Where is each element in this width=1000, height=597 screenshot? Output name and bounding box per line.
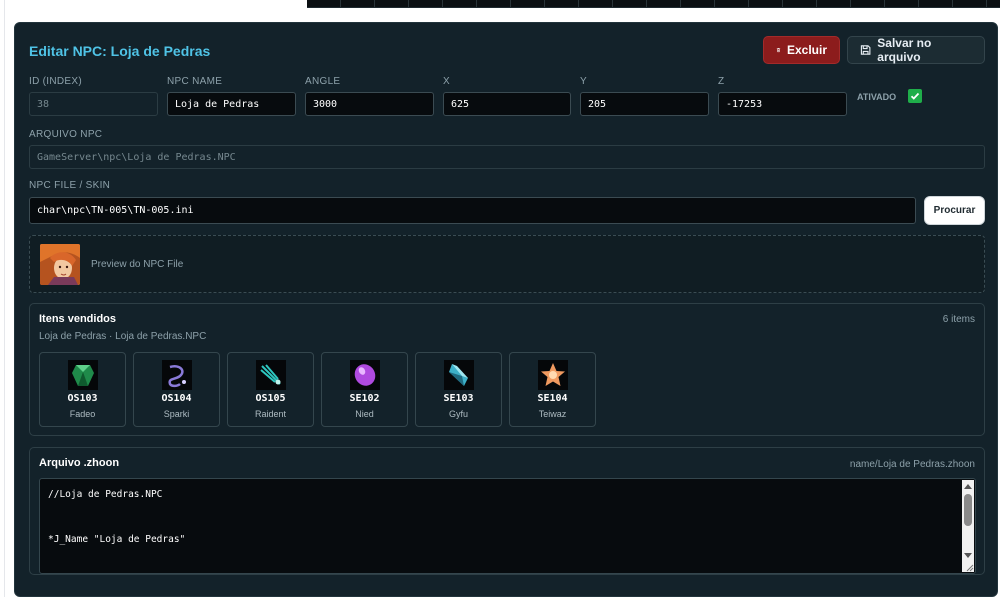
item-code: OS103 [67,393,98,404]
x-field[interactable]: 625 [443,92,571,116]
arquivo-npc-label: ARQUIVO NPC [29,129,103,140]
item-name: Raident [254,409,287,419]
npc-editor-panel: Editar NPC: Loja de Pedras Excluir Salva… [14,22,998,597]
id-label: ID (INDEX) [29,76,82,87]
z-field[interactable]: -17253 [718,92,847,116]
editor-line: //Loja de Pedras.NPC [48,489,163,500]
x-label: X [443,76,450,87]
item-tile-se103[interactable]: SE103 Gyfu [415,352,502,427]
delete-label: Excluir [786,43,827,57]
item-code: OS104 [161,393,192,404]
page-edge-line [4,0,5,597]
zhoon-title: Arquivo .zhoon [39,457,120,469]
scroll-down-arrow-icon[interactable] [964,553,972,558]
y-label: Y [580,76,587,87]
items-sold-card: Itens vendidos Loja de Pedras · Loja de … [29,303,985,436]
ativado-checkbox[interactable] [908,89,922,103]
item-name: Nied [355,409,374,419]
check-icon [910,92,920,100]
item-code: SE102 [349,393,380,404]
item-code: SE103 [443,393,474,404]
page-title: Editar NPC: Loja de Pedras [29,43,211,59]
editor-scrollbar[interactable] [962,480,974,572]
save-to-file-button[interactable]: Salvar no arquivo [847,36,985,64]
purple-swirl-icon [162,360,192,390]
item-name: Fadeo [69,409,96,419]
editor-line: *J_Name "Loja de Pedras" [48,534,186,545]
ativado-label: ATIVADO [857,92,897,102]
items-list: OS103 Fadeo OS104 Sparki OS105 Raident SE102 Ni… [39,352,596,427]
item-name: Sparki [163,409,190,419]
top-toolbar-strip [307,0,1000,8]
npc-skin-field[interactable]: char\npc\TN-005\TN-005.ini [29,197,916,224]
resize-handle-icon[interactable] [964,562,974,572]
zhoon-text-editor[interactable]: //Loja de Pedras.NPC *J_Name "Loja de Pe… [39,478,976,574]
npc-name-field[interactable]: Loja de Pedras [167,92,296,116]
items-sold-subtitle: Loja de Pedras · Loja de Pedras.NPC [39,331,207,342]
npc-name-label: NPC NAME [167,76,223,87]
scroll-thumb[interactable] [964,494,972,526]
item-name: Teiwaz [538,409,567,419]
zhoon-path: name/Loja de Pedras.zhoon [849,459,975,470]
teal-bolt-icon [256,360,286,390]
item-tile-se102[interactable]: SE102 Nied [321,352,408,427]
y-field[interactable]: 205 [580,92,709,116]
zhoon-file-card: Arquivo .zhoon name/Loja de Pedras.zhoon… [29,447,985,575]
item-tile-os103[interactable]: OS103 Fadeo [39,352,126,427]
item-tile-os104[interactable]: OS104 Sparki [133,352,220,427]
items-sold-title: Itens vendidos [39,313,117,325]
id-field: 38 [29,92,158,116]
save-icon [860,45,871,55]
item-code: SE104 [537,393,568,404]
item-tile-se104[interactable]: SE104 Teiwaz [509,352,596,427]
save-label: Salvar no arquivo [877,36,932,64]
preview-caption: Preview do NPC File [91,259,184,270]
item-code: OS105 [255,393,286,404]
green-gem-icon [68,360,98,390]
arquivo-npc-field: GameServer\npc\Loja de Pedras.NPC [29,145,985,169]
blue-crystal-icon [444,360,474,390]
trash-icon [776,48,781,53]
items-count: 6 items [942,314,975,325]
item-name: Gyfu [448,409,468,419]
npc-preview-box: Preview do NPC File [29,235,985,293]
purple-crystal-icon [350,360,380,390]
npc-skin-label: NPC FILE / SKIN [29,180,111,191]
delete-button[interactable]: Excluir [763,36,840,64]
item-tile-os105[interactable]: OS105 Raident [227,352,314,427]
browse-button[interactable]: Procurar [924,196,985,225]
scroll-up-arrow-icon[interactable] [964,484,972,489]
npc-portrait-image [40,244,80,285]
angle-field[interactable]: 3000 [305,92,434,116]
orange-star-icon [538,360,568,390]
angle-label: ANGLE [305,76,341,87]
z-label: Z [718,76,725,87]
